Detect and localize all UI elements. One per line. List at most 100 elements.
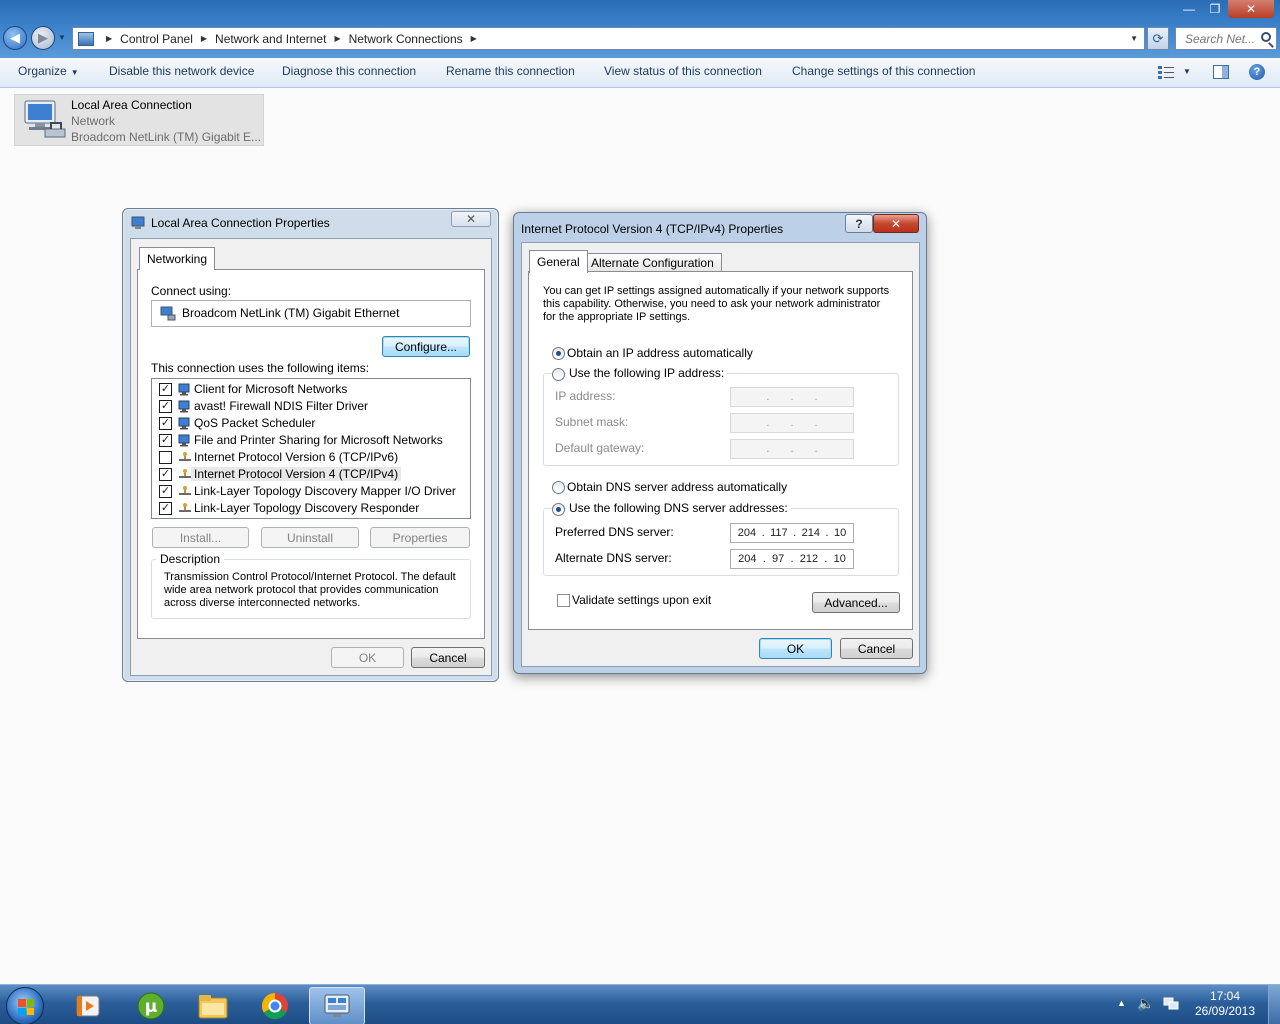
- chevron-right-icon[interactable]: ▶: [106, 34, 112, 43]
- organize-menu[interactable]: Organize ▼: [18, 64, 79, 78]
- connection-tile[interactable]: Local Area Connection Network Broadcom N…: [14, 94, 264, 146]
- list-item[interactable]: ✓ Internet Protocol Version 4 (TCP/IPv4): [154, 466, 468, 483]
- view-options-dropdown-icon[interactable]: ▼: [1183, 67, 1191, 76]
- close-button[interactable]: ✕: [1228, 0, 1274, 18]
- restore-button[interactable]: ❐: [1202, 0, 1228, 18]
- lac-close-button[interactable]: ✕: [451, 211, 491, 227]
- item-checkbox[interactable]: ✓: [159, 400, 172, 413]
- item-checkbox[interactable]: ✓: [159, 417, 172, 430]
- recent-pages-dropdown[interactable]: ▼: [58, 33, 66, 42]
- search-box[interactable]: [1175, 27, 1277, 50]
- item-checkbox[interactable]: ✓: [159, 468, 172, 481]
- help-button[interactable]: ?: [845, 214, 873, 233]
- refresh-icon: ⟳: [1152, 30, 1164, 46]
- taskbar-explorer[interactable]: [185, 987, 241, 1024]
- list-item[interactable]: ✓ Client for Microsoft Networks: [154, 381, 468, 398]
- chevron-right-icon[interactable]: ▶: [471, 34, 477, 43]
- search-input[interactable]: [1185, 31, 1261, 46]
- adapter-name: Broadcom NetLink (TM) Gigabit Ethernet: [182, 306, 400, 320]
- tab-general[interactable]: General: [529, 250, 588, 273]
- item-checkbox[interactable]: ✓: [159, 383, 172, 396]
- network-tray-icon[interactable]: [1163, 997, 1179, 1011]
- alternate-dns-field[interactable]: 204. 97. 212. 10: [730, 549, 854, 569]
- default-gateway-field[interactable]: ...: [730, 439, 854, 459]
- chevron-right-icon[interactable]: ▶: [201, 34, 207, 43]
- item-checkbox[interactable]: ✓: [159, 485, 172, 498]
- use-following-dns-radio[interactable]: [552, 503, 565, 516]
- install-button[interactable]: Install...: [152, 527, 249, 548]
- preferred-dns-field[interactable]: 204. 117. 214. 10: [730, 523, 854, 543]
- ipv4-ok-button[interactable]: OK: [759, 638, 832, 659]
- advanced-button[interactable]: Advanced...: [812, 592, 900, 613]
- validate-settings-label[interactable]: Validate settings upon exit: [572, 593, 711, 607]
- list-item[interactable]: ✓ Link-Layer Topology Discovery Responder: [154, 500, 468, 517]
- tab-networking[interactable]: Networking: [139, 247, 216, 270]
- ipv4-close-button[interactable]: ✕: [873, 214, 919, 233]
- show-desktop-button[interactable]: [1268, 985, 1280, 1024]
- diagnose-button[interactable]: Diagnose this connection: [282, 64, 416, 78]
- taskbar-chrome[interactable]: [247, 987, 303, 1024]
- forward-button[interactable]: ▶: [31, 26, 55, 50]
- static-dns-group: Use the following DNS server addresses: …: [543, 501, 899, 576]
- item-checkbox[interactable]: [159, 451, 172, 464]
- taskbar-media-player[interactable]: [60, 987, 116, 1024]
- item-checkbox[interactable]: ✓: [159, 434, 172, 447]
- help-icon[interactable]: ?: [1249, 64, 1265, 80]
- windows-logo-icon: [18, 999, 34, 1015]
- item-checkbox[interactable]: ✓: [159, 502, 172, 515]
- search-icon[interactable]: [1261, 32, 1271, 42]
- item-properties-button[interactable]: Properties: [370, 527, 470, 548]
- alternate-dns-octet-2: 97: [771, 553, 785, 565]
- list-item[interactable]: Internet Protocol Version 6 (TCP/IPv6): [154, 449, 468, 466]
- breadcrumb-control-panel[interactable]: Control Panel: [120, 32, 193, 46]
- lac-ok-button[interactable]: OK: [331, 647, 404, 668]
- configure-button[interactable]: Configure...: [382, 336, 470, 357]
- volume-icon[interactable]: 🔈: [1137, 995, 1154, 1012]
- taskbar-utorrent[interactable]: µ: [123, 987, 179, 1024]
- obtain-dns-auto-label[interactable]: Obtain DNS server address automatically: [567, 480, 787, 494]
- item-label: Client for Microsoft Networks: [194, 382, 348, 396]
- view-options-icon[interactable]: [1158, 65, 1174, 79]
- use-following-ip-radio[interactable]: [552, 368, 565, 381]
- minimize-button[interactable]: —: [1176, 0, 1202, 18]
- address-row: ◀ ▶ ▼ ▶ Control Panel ▶ Network and Inte…: [0, 24, 1280, 54]
- lac-dialog-body: Networking Connect using: Broadcom NetLi…: [130, 238, 492, 676]
- breadcrumb-network-and-internet[interactable]: Network and Internet: [215, 32, 326, 46]
- ip-address-field[interactable]: ...: [730, 387, 854, 407]
- taskbar-network-connections[interactable]: [309, 987, 365, 1024]
- subnet-mask-field[interactable]: ...: [730, 413, 854, 433]
- list-item[interactable]: ✓ avast! Firewall NDIS Filter Driver: [154, 398, 468, 415]
- preview-pane-icon[interactable]: [1213, 65, 1229, 79]
- obtain-ip-auto-radio[interactable]: [552, 347, 565, 360]
- rename-button[interactable]: Rename this connection: [446, 64, 575, 78]
- chevron-right-icon[interactable]: ▶: [334, 34, 340, 43]
- control-panel-icon: [324, 994, 350, 1017]
- use-following-ip-label[interactable]: Use the following IP address:: [566, 366, 728, 380]
- disable-device-button[interactable]: Disable this network device: [109, 64, 254, 78]
- ipv4-dialog-body: General Alternate Configuration You can …: [521, 242, 920, 667]
- obtain-dns-auto-radio[interactable]: [552, 481, 565, 494]
- list-item[interactable]: ✓ File and Printer Sharing for Microsoft …: [154, 432, 468, 449]
- back-button[interactable]: ◀: [3, 26, 27, 50]
- list-item[interactable]: ✓ Link-Layer Topology Discovery Mapper I/…: [154, 483, 468, 500]
- ipv4-cancel-button[interactable]: Cancel: [840, 638, 913, 659]
- tab-alternate-configuration[interactable]: Alternate Configuration: [583, 253, 722, 272]
- uninstall-button[interactable]: Uninstall: [261, 527, 359, 548]
- taskbar-clock[interactable]: 17:04 26/09/2013: [1184, 989, 1266, 1019]
- start-button[interactable]: [6, 987, 44, 1024]
- refresh-button[interactable]: ⟳: [1147, 27, 1169, 50]
- svg-text:µ: µ: [145, 997, 158, 1017]
- view-status-button[interactable]: View status of this connection: [604, 64, 762, 78]
- title-bar: — ❐ ✕ ◀ ▶ ▼ ▶ Control Panel ▶ Network an…: [0, 0, 1280, 58]
- address-bar[interactable]: ▶ Control Panel ▶ Network and Internet ▶…: [72, 27, 1145, 50]
- change-settings-button[interactable]: Change settings of this connection: [792, 64, 975, 78]
- address-dropdown-icon[interactable]: ▼: [1130, 34, 1138, 43]
- show-hidden-icons-button[interactable]: ▲: [1117, 998, 1126, 1008]
- breadcrumb-network-connections[interactable]: Network Connections: [349, 32, 463, 46]
- list-item[interactable]: ✓ QoS Packet Scheduler: [154, 415, 468, 432]
- lac-cancel-button[interactable]: Cancel: [411, 647, 485, 668]
- obtain-ip-auto-label[interactable]: Obtain an IP address automatically: [567, 346, 753, 360]
- use-following-dns-label[interactable]: Use the following DNS server addresses:: [566, 501, 791, 515]
- validate-settings-checkbox[interactable]: [557, 594, 570, 607]
- media-player-icon: [76, 995, 100, 1017]
